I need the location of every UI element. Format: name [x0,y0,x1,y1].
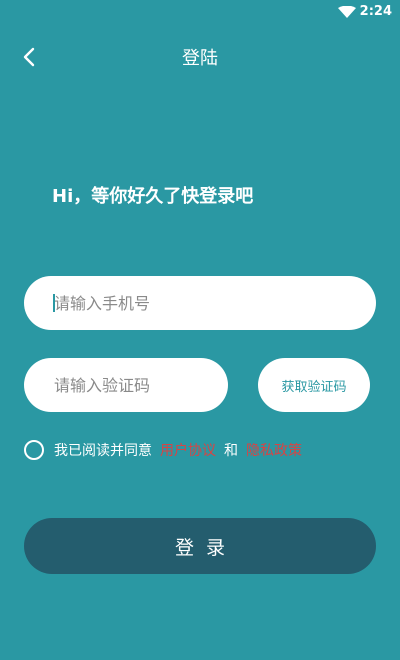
phone-input-container [24,276,376,330]
status-bar: 2:24 [0,0,400,24]
verification-code-input[interactable] [24,358,228,412]
login-screen: 2:24 登陆 Hi，等你好久了快登录吧 获取验证码 我已阅读并同意 用户协议 … [0,0,400,660]
agreement-text: 我已阅读并同意 [54,443,152,459]
agree-checkbox[interactable] [24,440,44,460]
privacy-policy-link[interactable]: 隐私政策 [246,440,302,460]
wifi-icon [338,6,356,18]
agreement-row: 我已阅读并同意 用户协议 和 隐私政策 [24,438,302,462]
agreement-and-text: 和 [224,443,238,459]
text-cursor [53,294,55,312]
code-input-container [24,358,228,412]
login-button[interactable]: 登录 [24,518,376,574]
user-agreement-link[interactable]: 用户协议 [160,440,216,460]
clock: 2:24 [359,4,392,19]
get-code-button[interactable]: 获取验证码 [258,358,370,412]
phone-input[interactable] [24,276,376,330]
page-title: 登陆 [182,48,218,69]
greeting-text: Hi，等你好久了快登录吧 [52,186,254,207]
